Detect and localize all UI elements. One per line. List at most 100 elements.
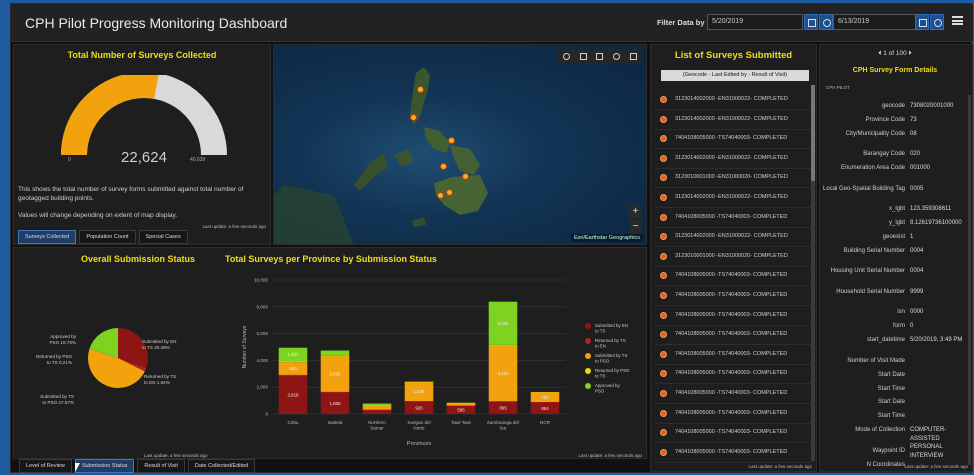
tab-special-cases[interactable]: Special Cases: [138, 230, 188, 244]
bar-segment[interactable]: [446, 402, 476, 404]
end-calendar-icon[interactable]: [915, 14, 929, 30]
map-pin[interactable]: [446, 189, 453, 196]
detail-key: start_datetime: [866, 337, 905, 344]
start-calendar-icon[interactable]: [804, 14, 818, 30]
map-pin[interactable]: [437, 192, 444, 199]
detail-value: 9999: [910, 288, 924, 295]
end-clock-icon[interactable]: [930, 14, 944, 30]
bar-segment[interactable]: [320, 350, 350, 356]
y-tick-label: 0: [265, 412, 268, 417]
list-item[interactable]: 7404108005000 -TS74040003- COMPLETED: [655, 207, 813, 228]
list-item-text: 3123014002000 -EN31000022- COMPLETED: [675, 115, 788, 122]
start-date-input[interactable]: 5/20/2019: [707, 14, 803, 30]
surveys-list-subtitle: (Geocode - Last Edited by - Result of Vi…: [661, 70, 809, 81]
tab-submission-status[interactable]: Submission Status: [74, 459, 135, 473]
tab-level-of-review[interactable]: Level of Review: [19, 459, 72, 473]
list-item[interactable]: 3123014002000 -EN31000022- COMPLETED: [655, 109, 813, 130]
list-item[interactable]: 7404108005000 -TS74040003- COMPLETED: [655, 403, 813, 424]
list-item[interactable]: 3123014002000 -EN31000022- COMPLETED: [655, 226, 813, 248]
list-item[interactable]: 3123014002000 -EN31000022- COMPLETED: [655, 89, 813, 110]
bar-segment[interactable]: [362, 405, 392, 407]
status-dot-icon: [660, 252, 667, 260]
map-pin[interactable]: [440, 163, 447, 170]
zoom-out-button[interactable]: −: [629, 220, 642, 233]
detail-key: geoexist: [882, 234, 905, 240]
list-item[interactable]: 3123010001000 -EN31000020- COMPLETED: [655, 246, 813, 267]
map-pin[interactable]: [462, 173, 469, 180]
bar-segment[interactable]: [320, 391, 350, 393]
bar-segment[interactable]: [446, 402, 476, 406]
list-item[interactable]: 3123010001000 -EN31000020- COMPLETED: [655, 167, 813, 189]
status-dot-icon: [660, 272, 667, 280]
bar-segment[interactable]: [404, 381, 434, 383]
map-pin[interactable]: [448, 137, 455, 144]
pager-next-icon[interactable]: ⏵: [907, 50, 912, 57]
legend-label: Approved by: [595, 383, 620, 388]
province-bar-chart: 0 2,000 4,000 6,000 8,000 10,000 Number of Sur…: [242, 278, 630, 448]
list-item[interactable]: 7404108005000 -TS74040003- COMPLETED: [655, 324, 813, 346]
list-icon[interactable]: [596, 53, 604, 60]
bar-segment[interactable]: [488, 344, 518, 346]
list-item[interactable]: 7404108005000 -TS74040003- COMPLETED: [655, 305, 813, 326]
list-item-text: 7404108005000 -TS74040003- COMPLETED: [675, 213, 788, 220]
tab-surveys-collected[interactable]: Surveys Collected: [18, 230, 77, 244]
list-item[interactable]: 7404108005000 -TS74040003- COMPLETED: [655, 285, 813, 306]
detail-key: form: [893, 323, 905, 330]
menu-icon[interactable]: [952, 16, 963, 25]
list-item[interactable]: 3123014002000 -EN31000022- COMPLETED: [655, 187, 813, 208]
bar-segment[interactable]: [362, 405, 392, 410]
map-pin[interactable]: [417, 86, 424, 93]
bar-segment[interactable]: [362, 409, 392, 411]
layers-icon[interactable]: [613, 53, 621, 60]
list-item-text: 3123014002000 -EN31000022- COMPLETED: [675, 96, 788, 102]
detail-key: City/Municipality Code: [845, 130, 905, 137]
bar-segment[interactable]: [446, 405, 476, 407]
x-tick-label: NCR: [540, 420, 551, 425]
bar-segment[interactable]: [278, 361, 308, 363]
list-item[interactable]: 7404108005000 -TS74040003- COMPLETED: [655, 422, 813, 444]
start-clock-icon[interactable]: [819, 14, 833, 30]
list-item[interactable]: 7404108005000 -TS74040003- COMPLETED: [655, 128, 813, 150]
surveys-description: This shows the total number of survey fo…: [18, 186, 244, 202]
list-item[interactable]: 7404108005000 -TS74040003- COMPLETED: [655, 265, 813, 287]
bar-segment[interactable]: [320, 355, 350, 357]
list-item-text: 7404108005000 -TS74040003- COMPLETED: [675, 390, 788, 396]
bar-segment[interactable]: [362, 409, 392, 414]
detail-value: 0005: [910, 185, 924, 192]
bar-data-label: 926: [415, 405, 423, 410]
list-item[interactable]: 3123014002000 -EN31000022- COMPLETED: [655, 148, 813, 169]
surveys-list-title: List of Surveys Submitted: [674, 50, 793, 61]
search-icon[interactable]: [562, 53, 570, 60]
list-item[interactable]: 7404108005000 -TS74040003- COMPLETED: [655, 442, 813, 463]
bar-segment[interactable]: [488, 401, 518, 403]
grid-icon[interactable]: [630, 53, 638, 60]
bar-data-label: 3,225: [498, 321, 510, 326]
map-pin[interactable]: [410, 114, 417, 121]
detail-value: 0004: [910, 268, 924, 275]
tab-population-count[interactable]: Population Count: [79, 230, 136, 244]
list-item-text: 3123014002000 -EN31000022- COMPLETED: [675, 154, 788, 161]
zoom-in-button[interactable]: +: [629, 205, 642, 218]
bar-segment[interactable]: [362, 403, 392, 406]
details-last-update: Last update: a few seconds ago: [904, 464, 968, 469]
bar-data-label: 895: [499, 406, 507, 411]
map-view[interactable]: + − Esri/Earthstar Geographics: [273, 44, 647, 245]
list-item-text: 3123014002000 -EN31000022- COMPLETED: [675, 233, 788, 240]
surveys-total-value: 22,624: [121, 149, 167, 166]
list-item[interactable]: 7404108005000 -TS74040003- COMPLETED: [655, 363, 813, 385]
details-scrollbar[interactable]: [968, 95, 971, 465]
detail-key: Start Time: [877, 413, 905, 420]
bar-segment[interactable]: [530, 402, 560, 403]
bar-segment[interactable]: [404, 401, 434, 402]
list-item[interactable]: 7404108005000 -TS74040003- COMPLETED: [655, 344, 813, 365]
list-item[interactable]: 7404108005000 -TS74040003- COMPLETED: [655, 383, 813, 404]
detail-key: Household Serial Number: [836, 288, 905, 295]
bar-segment[interactable]: [278, 374, 308, 377]
bar-segment[interactable]: [530, 392, 560, 393]
detail-value: 123.359308611: [910, 206, 952, 213]
tab-date-collected[interactable]: Date Collected/Edited: [187, 459, 256, 473]
y-axis-label: Number of Surveys: [242, 325, 248, 368]
tab-result-of-visit[interactable]: Result of Visit: [137, 459, 185, 473]
bookmark-icon[interactable]: [579, 53, 587, 60]
x-tick-label: Northern: [368, 420, 386, 425]
